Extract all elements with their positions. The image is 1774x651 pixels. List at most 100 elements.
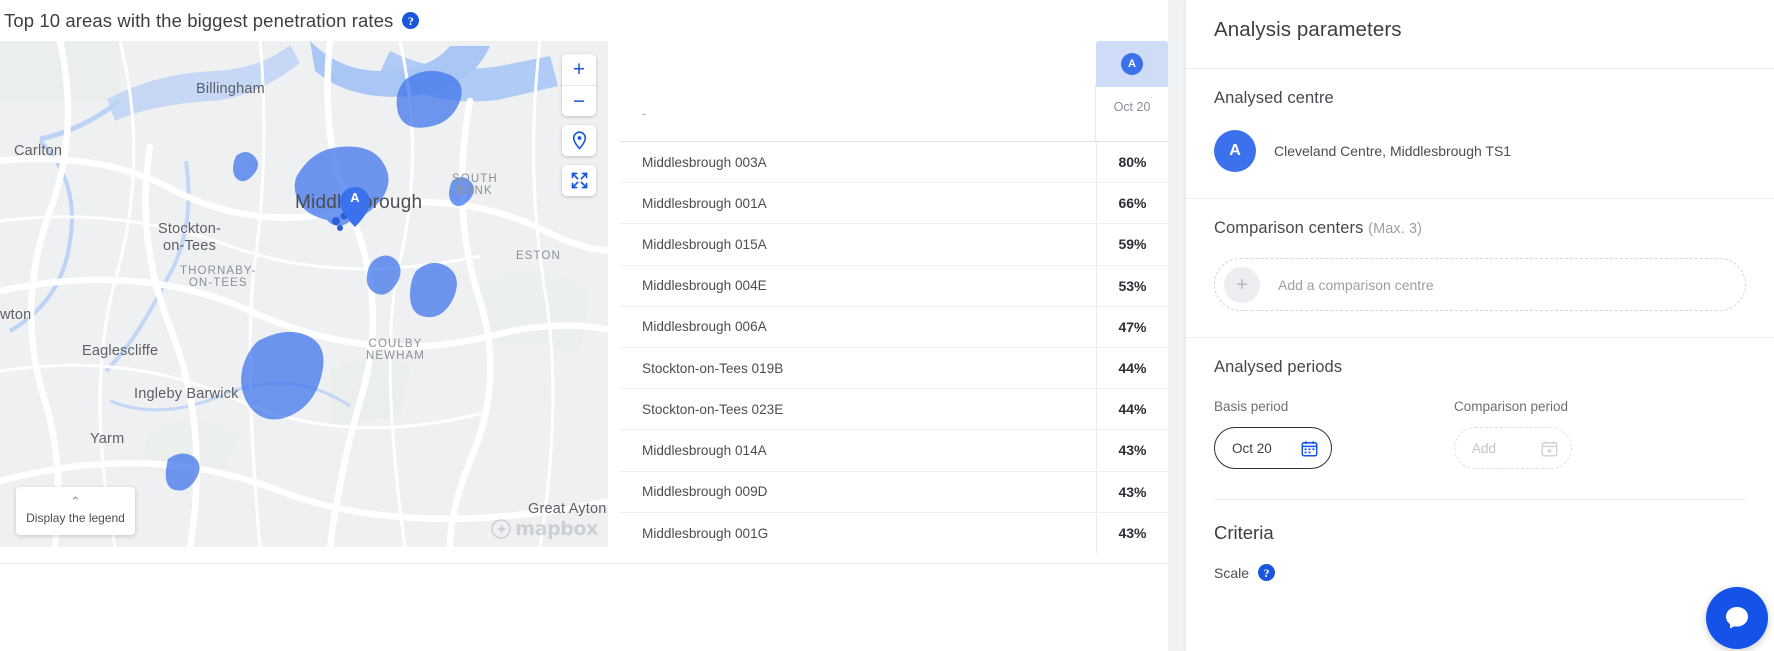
expand-arrows-icon — [571, 172, 587, 189]
table-cell-area-name: Middlesbrough 014A — [642, 442, 767, 458]
table-row[interactable]: Stockton-on-Tees 019B 44% — [620, 347, 1168, 390]
chat-bubble-button[interactable] — [1706, 587, 1768, 649]
analysed-centre-heading: Analysed centre — [1214, 89, 1334, 107]
comparison-period-picker[interactable]: Add — [1454, 427, 1572, 469]
panel-gutter — [1168, 0, 1186, 651]
analysed-centre-name: Cleveland Centre, Middlesbrough TS1 — [1274, 143, 1512, 159]
comparison-centers-section: Comparison centers (Max. 3) + Add a comp… — [1186, 199, 1774, 337]
column-header-date: Oct 20 — [1113, 100, 1151, 114]
table-cell-area-name: Middlesbrough 001A — [642, 195, 767, 211]
table-cell-penetration-rate: 80% — [1096, 142, 1168, 183]
mapbox-logo-icon — [491, 519, 512, 539]
fullscreen-button[interactable] — [562, 165, 596, 196]
scale-label: Scale — [1214, 564, 1250, 581]
table-row[interactable]: Middlesbrough 015A 59% — [620, 224, 1168, 266]
analysed-centre-section: Analysed centre A Cleveland Centre, Midd… — [1186, 69, 1774, 198]
table-cell-penetration-rate: 43% — [1096, 512, 1168, 554]
comparison-centers-heading: Comparison centers (Max. 3) — [1214, 219, 1746, 238]
table-cell-penetration-rate: 66% — [1096, 183, 1168, 224]
chevron-up-icon: ⌃ — [70, 494, 81, 510]
map-container[interactable]: BillinghamCarltonMiddlesbroughSOUTHBANKS… — [0, 41, 608, 547]
table-cell-area-name: Middlesbrough 006A — [642, 319, 767, 335]
comparison-centers-max-note: (Max. 3) — [1368, 221, 1423, 237]
add-comparison-centre-label: Add a comparison centre — [1278, 276, 1434, 293]
table-cell-penetration-rate: 59% — [1096, 224, 1168, 265]
table-row[interactable]: Stockton-on-Tees 023E 44% — [620, 389, 1168, 431]
basis-period-value: Oct 20 — [1232, 440, 1272, 456]
basis-period-label: Basis period — [1214, 399, 1289, 414]
minus-icon: − — [572, 89, 586, 113]
table-row[interactable]: Middlesbrough 004E 53% — [620, 265, 1168, 307]
table-row[interactable]: Middlesbrough 014A 43% — [620, 430, 1168, 472]
help-icon[interactable]: ? — [1258, 564, 1276, 581]
criteria-section: Criteria Scale ? — [1186, 499, 1774, 581]
map-marker-a[interactable]: A — [340, 187, 370, 227]
analysed-periods-heading: Analysed periods — [1214, 358, 1343, 376]
panel-footer-space — [0, 564, 1168, 651]
comparison-period-value: Add — [1472, 440, 1497, 456]
table-row[interactable]: Middlesbrough 001A 66% — [620, 183, 1168, 225]
zoom-control-group: + − — [562, 54, 596, 116]
table-cell-penetration-rate: 47% — [1096, 306, 1168, 347]
table-cell-area-name: Stockton-on-Tees 019B — [642, 360, 784, 376]
map-canvas — [0, 41, 608, 547]
column-header-badge-cell: A — [1096, 41, 1168, 87]
comparison-period-col: Comparison period Add — [1454, 399, 1694, 469]
row-header-placeholder: - — [642, 106, 647, 121]
table-cell-area-name: Middlesbrough 009D — [642, 484, 768, 500]
map-pin-icon — [572, 131, 586, 150]
mapbox-wordmark: mapbox — [515, 518, 598, 540]
mapbox-attribution[interactable]: mapbox — [491, 518, 598, 540]
display-legend-button[interactable]: ⌃ Display the legend — [16, 487, 135, 535]
analysed-centre-row[interactable]: A Cleveland Centre, Middlesbrough TS1 — [1214, 130, 1746, 198]
table-header: - A Oct 20 — [620, 41, 1168, 141]
table-row[interactable]: Middlesbrough 006A 47% — [620, 306, 1168, 348]
table-row[interactable]: Middlesbrough 001G 43% — [620, 512, 1168, 554]
column-badge-a: A — [1121, 53, 1143, 75]
fullscreen-control-group — [562, 165, 596, 196]
map-controls: + − — [562, 54, 596, 196]
table-body: Middlesbrough 003A 80% Middlesbrough 001A 6… — [620, 141, 1168, 554]
table-cell-area-name: Middlesbrough 004E — [642, 278, 767, 294]
results-table: - A Oct 20 Middlesbrough 003A 80% Middlesb… — [620, 41, 1168, 554]
table-cell-penetration-rate: 44% — [1096, 389, 1168, 430]
periods-row: Basis period Oct 20 Comparison period Ad… — [1214, 399, 1746, 469]
page-title: Top 10 areas with the biggest penetratio… — [4, 9, 394, 31]
add-comparison-centre-button[interactable]: + Add a comparison centre — [1214, 258, 1746, 311]
sidebar-title: Analysis parameters — [1214, 18, 1402, 41]
table-cell-area-name: Stockton-on-Tees 023E — [642, 401, 784, 417]
table-cell-area-name: Middlesbrough 003A — [642, 154, 767, 170]
criteria-heading: Criteria — [1214, 522, 1274, 543]
comparison-centers-heading-text: Comparison centers — [1214, 219, 1364, 237]
locate-control-group — [562, 125, 596, 156]
chat-bubble-icon — [1726, 607, 1748, 629]
plus-icon: + — [1224, 266, 1260, 303]
locate-button[interactable] — [562, 125, 596, 156]
column-header-a[interactable]: A Oct 20 — [1096, 41, 1168, 127]
table-cell-penetration-rate: 44% — [1096, 347, 1168, 389]
calendar-icon — [1301, 440, 1318, 456]
help-icon[interactable]: ? — [402, 12, 420, 29]
plus-icon: + — [572, 58, 586, 81]
table-cell-penetration-rate: 43% — [1096, 471, 1168, 512]
table-row[interactable]: Middlesbrough 003A 80% — [620, 142, 1168, 184]
table-cell-penetration-rate: 43% — [1096, 430, 1168, 471]
zoom-out-button[interactable]: − — [562, 85, 596, 116]
table-cell-penetration-rate: 53% — [1096, 265, 1168, 306]
basis-period-col: Basis period Oct 20 — [1214, 399, 1454, 469]
map-marker-label: A — [350, 190, 360, 205]
basis-period-picker[interactable]: Oct 20 — [1214, 427, 1332, 469]
column-divider — [1095, 84, 1096, 141]
zoom-in-button[interactable]: + — [562, 54, 596, 85]
calendar-add-icon — [1541, 440, 1558, 456]
main-panel: Top 10 areas with the biggest penetratio… — [0, 0, 1340, 651]
analysis-parameters-sidebar: Analysis parameters Analysed centre A Cl… — [1186, 0, 1774, 651]
table-cell-area-name: Middlesbrough 015A — [642, 236, 767, 252]
display-legend-label: Display the legend — [26, 510, 125, 525]
sidebar-divider-4 — [1214, 499, 1746, 500]
table-row[interactable]: Middlesbrough 009D 43% — [620, 471, 1168, 513]
avatar: A — [1214, 130, 1256, 172]
scale-row: Scale ? — [1214, 564, 1746, 581]
analysed-periods-section: Analysed periods Basis period Oct 20 Com… — [1186, 338, 1774, 499]
comparison-period-label: Comparison period — [1454, 399, 1569, 414]
